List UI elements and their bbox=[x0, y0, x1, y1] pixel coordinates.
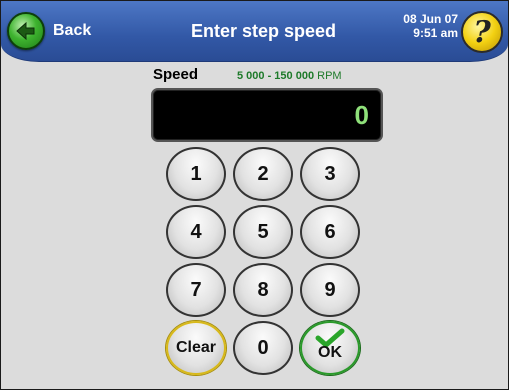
key-1[interactable]: 1 bbox=[166, 147, 226, 201]
key-9[interactable]: 9 bbox=[300, 263, 360, 317]
key-0[interactable]: 0 bbox=[233, 321, 293, 375]
speed-range-values: 5 000 - 150 000 bbox=[237, 70, 315, 82]
key-6[interactable]: 6 bbox=[300, 205, 360, 259]
date-text: 08 Jun 07 bbox=[403, 12, 458, 26]
speed-display: 0 bbox=[151, 88, 383, 142]
key-7[interactable]: 7 bbox=[166, 263, 226, 317]
back-button[interactable]: Back bbox=[7, 12, 127, 50]
key-5[interactable]: 5 bbox=[233, 205, 293, 259]
speed-value: 0 bbox=[354, 99, 369, 130]
app-frame: Back Enter step speed 08 Jun 07 9:51 am … bbox=[0, 0, 509, 390]
key-4[interactable]: 4 bbox=[166, 205, 226, 259]
key-8[interactable]: 8 bbox=[233, 263, 293, 317]
key-2[interactable]: 2 bbox=[233, 147, 293, 201]
ok-button[interactable]: OK bbox=[300, 321, 360, 375]
speed-range: 5 000 - 150 000 RPM bbox=[237, 70, 342, 82]
clear-button[interactable]: Clear bbox=[166, 321, 226, 375]
date-time: 08 Jun 07 9:51 am bbox=[403, 12, 458, 40]
title-bar: Back Enter step speed 08 Jun 07 9:51 am … bbox=[1, 1, 508, 62]
speed-label: Speed bbox=[153, 66, 199, 83]
help-button[interactable]: ? bbox=[461, 11, 503, 53]
speed-unit: RPM bbox=[317, 70, 342, 82]
question-mark-icon: ? bbox=[473, 14, 491, 50]
left-arrow-icon bbox=[7, 12, 45, 50]
time-text: 9:51 am bbox=[413, 26, 458, 40]
key-3[interactable]: 3 bbox=[300, 147, 360, 201]
page-title: Enter step speed bbox=[190, 21, 337, 41]
back-label: Back bbox=[53, 22, 92, 39]
ok-label: OK bbox=[318, 344, 342, 361]
